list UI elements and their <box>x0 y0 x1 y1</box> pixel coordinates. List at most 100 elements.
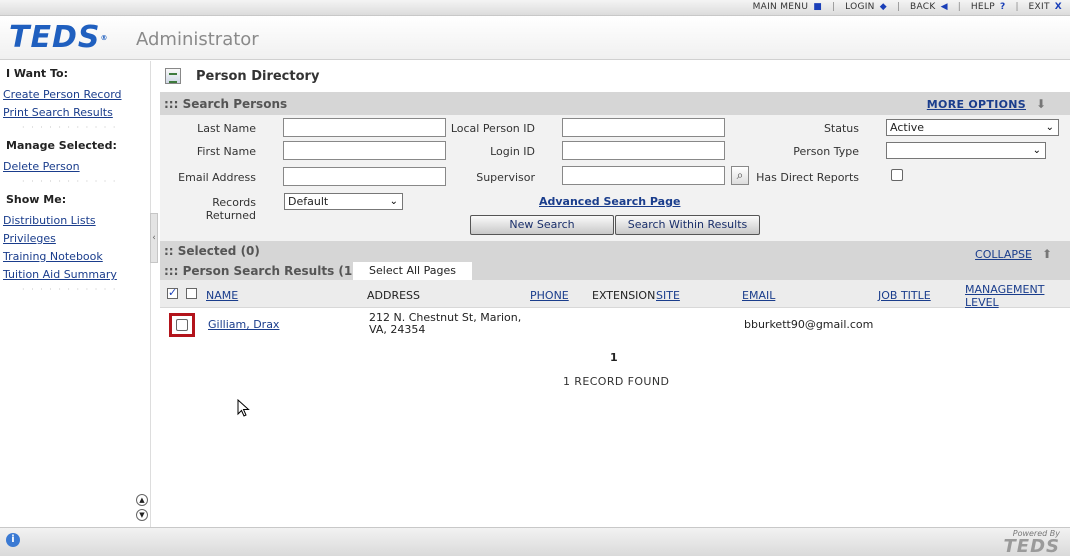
checkbox-box <box>176 319 188 331</box>
column-header-management-level[interactable]: MANAGEMENT LEVEL <box>965 283 1044 309</box>
login-icon: ◆ <box>879 2 887 12</box>
column-header-email[interactable]: EMAIL <box>742 289 775 302</box>
powered-by-teds-text: TEDS <box>1003 536 1060 556</box>
exit-link[interactable]: EXIT X <box>1029 2 1062 12</box>
training-notebook-link[interactable]: Training Notebook <box>0 250 103 263</box>
address-line-2: VA, 24354 <box>369 323 426 336</box>
main-menu-icon: ■ <box>813 2 823 12</box>
print-search-results-link[interactable]: Print Search Results <box>0 106 113 119</box>
last-name-label: Last Name <box>197 122 256 135</box>
selected-band: :: Selected (0) COLLAPSE ⬆ ::: Person Se… <box>160 241 1070 280</box>
local-person-id-label: Local Person ID <box>450 122 535 135</box>
arrow-up-icon[interactable]: ⬆ <box>1042 247 1052 261</box>
person-type-label: Person Type <box>793 145 859 158</box>
local-person-id-input[interactable] <box>562 118 725 137</box>
collapse-link[interactable]: COLLAPSE <box>975 248 1032 261</box>
scroll-up-icon[interactable]: ▲ <box>136 494 148 506</box>
scroll-down-icon[interactable]: ▼ <box>136 509 148 521</box>
sidebar: I Want To: Create Person Record Print Se… <box>0 61 151 527</box>
nav-divider: | <box>1015 2 1019 12</box>
email-address-label: Email Address <box>178 171 256 184</box>
help-link[interactable]: HELP ? <box>971 2 1006 12</box>
login-id-input[interactable] <box>562 141 725 160</box>
column-header-extension: EXTENSION <box>592 289 656 302</box>
status-select[interactable]: Active ⌄ <box>886 119 1059 136</box>
email-address-input[interactable] <box>283 167 446 186</box>
distribution-lists-link[interactable]: Distribution Lists <box>0 214 96 227</box>
app-header: TEDS® Administrator <box>0 16 1070 60</box>
table-row: Gilliam, Drax 212 N. Chestnut St, Marion… <box>160 308 1070 342</box>
sidebar-collapse-handle[interactable]: ‹ <box>150 213 158 263</box>
delete-person-link[interactable]: Delete Person <box>0 160 80 173</box>
sidebar-divider: · · · · · · · · · · · <box>22 285 118 294</box>
supervisor-label: Supervisor <box>476 171 535 184</box>
login-link[interactable]: LOGIN ◆ <box>845 2 887 12</box>
supervisor-input[interactable] <box>562 166 725 185</box>
column-header-site[interactable]: SITE <box>656 289 680 302</box>
login-label: LOGIN <box>845 2 875 12</box>
has-direct-reports-label: Has Direct Reports <box>756 171 859 184</box>
advanced-search-link[interactable]: Advanced Search Page <box>539 195 680 208</box>
row-select-checkbox[interactable] <box>169 313 195 337</box>
has-direct-reports-checkbox[interactable] <box>891 169 903 181</box>
teds-logo: TEDS® <box>9 23 108 53</box>
sidebar-divider: · · · · · · · · · · · <box>22 123 118 132</box>
info-icon[interactable]: i <box>6 533 20 547</box>
back-link[interactable]: BACK ◀ <box>910 2 948 12</box>
column-header-address: ADDRESS <box>367 289 421 302</box>
chevron-down-icon: ⌄ <box>1032 145 1041 156</box>
records-returned-label: Records Returned <box>205 196 256 222</box>
tuition-aid-summary-link[interactable]: Tuition Aid Summary <box>0 268 117 281</box>
arrow-down-icon[interactable]: ⬇ <box>1036 98 1048 110</box>
main-menu-label: MAIN MENU <box>752 2 809 12</box>
main-content: Person Directory ::: Search Persons MORE… <box>160 61 1070 527</box>
search-persons-band: ::: Search Persons MORE OPTIONS ⬇ <box>160 92 1070 115</box>
more-options-link[interactable]: MORE OPTIONS <box>927 98 1026 111</box>
nav-divider: | <box>832 2 836 12</box>
search-results-heading: ::: Person Search Results (1) <box>164 264 358 278</box>
page-title-row: Person Directory <box>160 61 1070 91</box>
privileges-link[interactable]: Privileges <box>0 232 56 245</box>
back-label: BACK <box>910 2 936 12</box>
records-found-text: 1 RECORD FOUND <box>563 375 670 388</box>
first-name-label: First Name <box>196 145 256 158</box>
help-label: HELP <box>970 2 995 12</box>
app-subtitle: Administrator <box>136 29 259 50</box>
back-arrow-icon: ◀ <box>940 2 948 12</box>
select-page-checkbox[interactable] <box>186 288 197 299</box>
exit-icon: X <box>1054 2 1062 12</box>
exit-label: EXIT <box>1028 2 1050 12</box>
column-header-name[interactable]: NAME <box>206 289 238 302</box>
select-all-checkbox[interactable] <box>167 286 178 299</box>
person-address: 212 N. Chestnut St, Marion, VA, 24354 <box>369 312 521 336</box>
selected-heading: :: Selected (0) <box>164 244 260 258</box>
records-returned-select[interactable]: Default ⌄ <box>284 193 403 210</box>
create-person-record-link[interactable]: Create Person Record <box>0 88 122 101</box>
select-all-pages-tab[interactable]: Select All Pages <box>353 262 472 280</box>
new-search-button[interactable]: New Search <box>470 215 614 235</box>
last-name-input[interactable] <box>283 118 446 137</box>
main-menu-link[interactable]: MAIN MENU ■ <box>753 2 822 12</box>
nav-divider: | <box>957 2 961 12</box>
logo-registered-mark: ® <box>100 34 109 42</box>
page-number-link[interactable]: 1 <box>610 351 618 364</box>
person-name-link[interactable]: Gilliam, Drax <box>208 318 279 331</box>
search-persons-heading: ::: Search Persons <box>164 97 288 111</box>
column-header-job-title[interactable]: JOB TITLE <box>878 289 931 302</box>
column-header-phone[interactable]: PHONE <box>530 289 569 302</box>
status-value: Active <box>890 121 925 134</box>
powered-by-logo: Powered By TEDS <box>1004 530 1060 556</box>
records-returned-value: Default <box>288 195 329 208</box>
app-footer: i Powered By TEDS <box>0 527 1070 556</box>
first-name-input[interactable] <box>283 141 446 160</box>
nav-divider: | <box>896 2 900 12</box>
management-label-line1: MANAGEMENT <box>965 283 1045 296</box>
chevron-down-icon: ⌄ <box>1045 122 1054 133</box>
chevron-down-icon: ⌄ <box>389 196 398 207</box>
person-type-select[interactable]: ⌄ <box>886 142 1046 159</box>
search-within-results-button[interactable]: Search Within Results <box>615 215 760 235</box>
page-title: Person Directory <box>196 69 320 84</box>
sidebar-divider: · · · · · · · · · · · <box>22 177 118 186</box>
i-want-to-heading: I Want To: <box>6 67 69 80</box>
results-table-header: NAME ADDRESS PHONE EXTENSION SITE EMAIL … <box>160 280 1070 309</box>
